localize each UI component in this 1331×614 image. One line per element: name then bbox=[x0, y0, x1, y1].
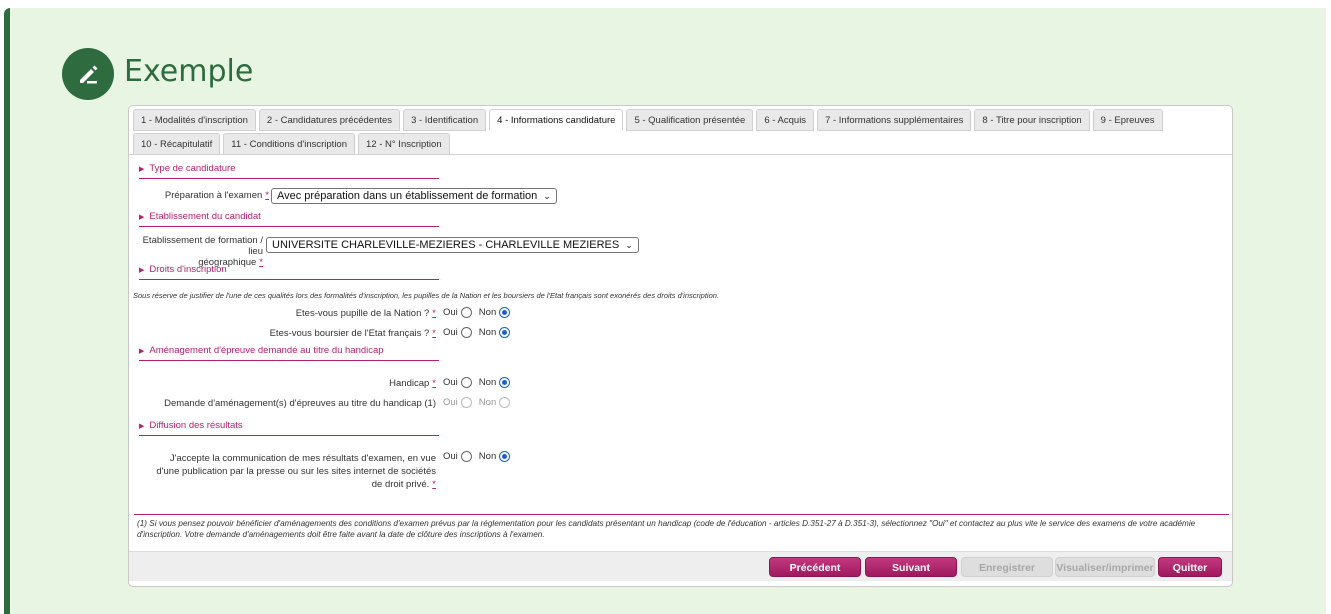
tab-acquis[interactable]: 6 - Acquis bbox=[756, 109, 815, 131]
section-diffusion-resultats[interactable]: ▶ Diffusion des résultats bbox=[139, 420, 439, 436]
handicap-radio-group: Oui Non bbox=[443, 377, 517, 388]
expand-triangle-icon: ▶ bbox=[139, 423, 145, 430]
save-button[interactable]: Enregistrer bbox=[961, 557, 1053, 577]
expand-triangle-icon: ▶ bbox=[139, 267, 145, 274]
tab-bar: 1 - Modalités d'inscription 2 - Candidat… bbox=[133, 109, 1228, 157]
form-content: ▶ Type de candidature Préparation à l'exa… bbox=[129, 155, 1232, 586]
footnote: (1) Si vous pensez pouvoir bénéficier d'… bbox=[137, 519, 1196, 539]
tab-identification[interactable]: 3 - Identification bbox=[403, 109, 487, 131]
section-amenagement[interactable]: ▶ Aménagement d'épreuve demandé au titre … bbox=[139, 345, 439, 361]
pencil-icon bbox=[62, 48, 114, 100]
handicap-non-radio[interactable] bbox=[499, 377, 511, 388]
chevron-down-icon: ⌄ bbox=[625, 240, 633, 250]
droits-note: Sous réserve de justifier de l'une de ce… bbox=[133, 291, 720, 300]
pupille-non-radio[interactable] bbox=[499, 307, 511, 318]
section-etablissement[interactable]: ▶ Etablissement du candidat bbox=[139, 211, 439, 227]
demande-radio-group: Oui Non bbox=[443, 397, 517, 408]
tab-conditions-inscription[interactable]: 11 - Conditions d'inscription bbox=[223, 133, 355, 155]
preparation-label: Préparation à l'examen * bbox=[164, 190, 269, 201]
boursier-radio-group: Oui Non bbox=[443, 327, 517, 338]
application-frame: 1 - Modalités d'inscription 2 - Candidat… bbox=[128, 105, 1233, 587]
tab-numero-inscription[interactable]: 12 - N° Inscription bbox=[358, 133, 450, 155]
tab-recapitulatif[interactable]: 10 - Récapitulatif bbox=[133, 133, 221, 155]
expand-triangle-icon: ▶ bbox=[139, 166, 145, 173]
previous-button[interactable]: Précédent bbox=[769, 557, 861, 577]
tab-informations-candidature[interactable]: 4 - Informations candidature bbox=[489, 109, 624, 131]
preparation-select[interactable]: Avec préparation dans un établissement d… bbox=[271, 188, 557, 204]
tab-informations-supplementaires[interactable]: 7 - Informations supplémentaires bbox=[817, 109, 972, 131]
diffusion-oui-radio[interactable] bbox=[460, 451, 472, 462]
chevron-down-icon: ⌄ bbox=[543, 191, 551, 201]
tab-row-2: 10 - Récapitulatif 11 - Conditions d'ins… bbox=[133, 133, 1228, 156]
tab-candidatures-precedentes[interactable]: 2 - Candidatures précédentes bbox=[258, 109, 401, 131]
quit-button[interactable]: Quitter bbox=[1158, 557, 1222, 577]
etablissement-select[interactable]: UNIVERSITE CHARLEVILLE-MEZIERES - CHARLE… bbox=[266, 237, 639, 253]
tab-epreuves[interactable]: 9 - Epreuves bbox=[1092, 109, 1163, 131]
tab-titre-inscription[interactable]: 8 - Titre pour inscription bbox=[974, 109, 1090, 131]
pupille-radio-group: Oui Non bbox=[443, 307, 517, 318]
diffusion-radio-group: Oui Non bbox=[443, 451, 517, 462]
diffusion-non-radio[interactable] bbox=[499, 451, 511, 462]
handicap-oui-radio[interactable] bbox=[460, 377, 472, 388]
boursier-non-radio[interactable] bbox=[499, 327, 511, 338]
section-type-candidature[interactable]: ▶ Type de candidature bbox=[139, 163, 439, 179]
footnote-divider bbox=[134, 514, 1229, 515]
callout-title: Exemple bbox=[124, 54, 254, 89]
tab-qualification[interactable]: 5 - Qualification présentée bbox=[626, 109, 754, 131]
expand-triangle-icon: ▶ bbox=[139, 348, 145, 355]
tab-modalites[interactable]: 1 - Modalités d'inscription bbox=[133, 109, 256, 131]
expand-triangle-icon: ▶ bbox=[139, 214, 145, 221]
diffusion-label: J'accepte la communication de mes résult… bbox=[156, 453, 436, 490]
section-droits-inscription[interactable]: ▶ Droits d'inscription bbox=[139, 264, 439, 280]
boursier-label: Etes-vous boursier de l'Etat français ? * bbox=[269, 328, 436, 339]
tab-row-1: 1 - Modalités d'inscription 2 - Candidat… bbox=[133, 109, 1228, 132]
demande-amenagement-label: Demande d'aménagement(s) d'épreuves au t… bbox=[164, 398, 436, 409]
print-button[interactable]: Visualiser/imprimer bbox=[1055, 557, 1155, 577]
boursier-oui-radio[interactable] bbox=[460, 327, 472, 338]
next-button[interactable]: Suivant bbox=[865, 557, 957, 577]
button-bar: Précédent Suivant Enregistrer Visualiser… bbox=[129, 551, 1232, 581]
demande-non-radio[interactable] bbox=[499, 397, 511, 408]
pupille-oui-radio[interactable] bbox=[460, 307, 472, 318]
handicap-label: Handicap * bbox=[389, 378, 436, 389]
pupille-label: Etes-vous pupille de la Nation ? * bbox=[295, 308, 436, 319]
demande-oui-radio[interactable] bbox=[460, 397, 472, 408]
